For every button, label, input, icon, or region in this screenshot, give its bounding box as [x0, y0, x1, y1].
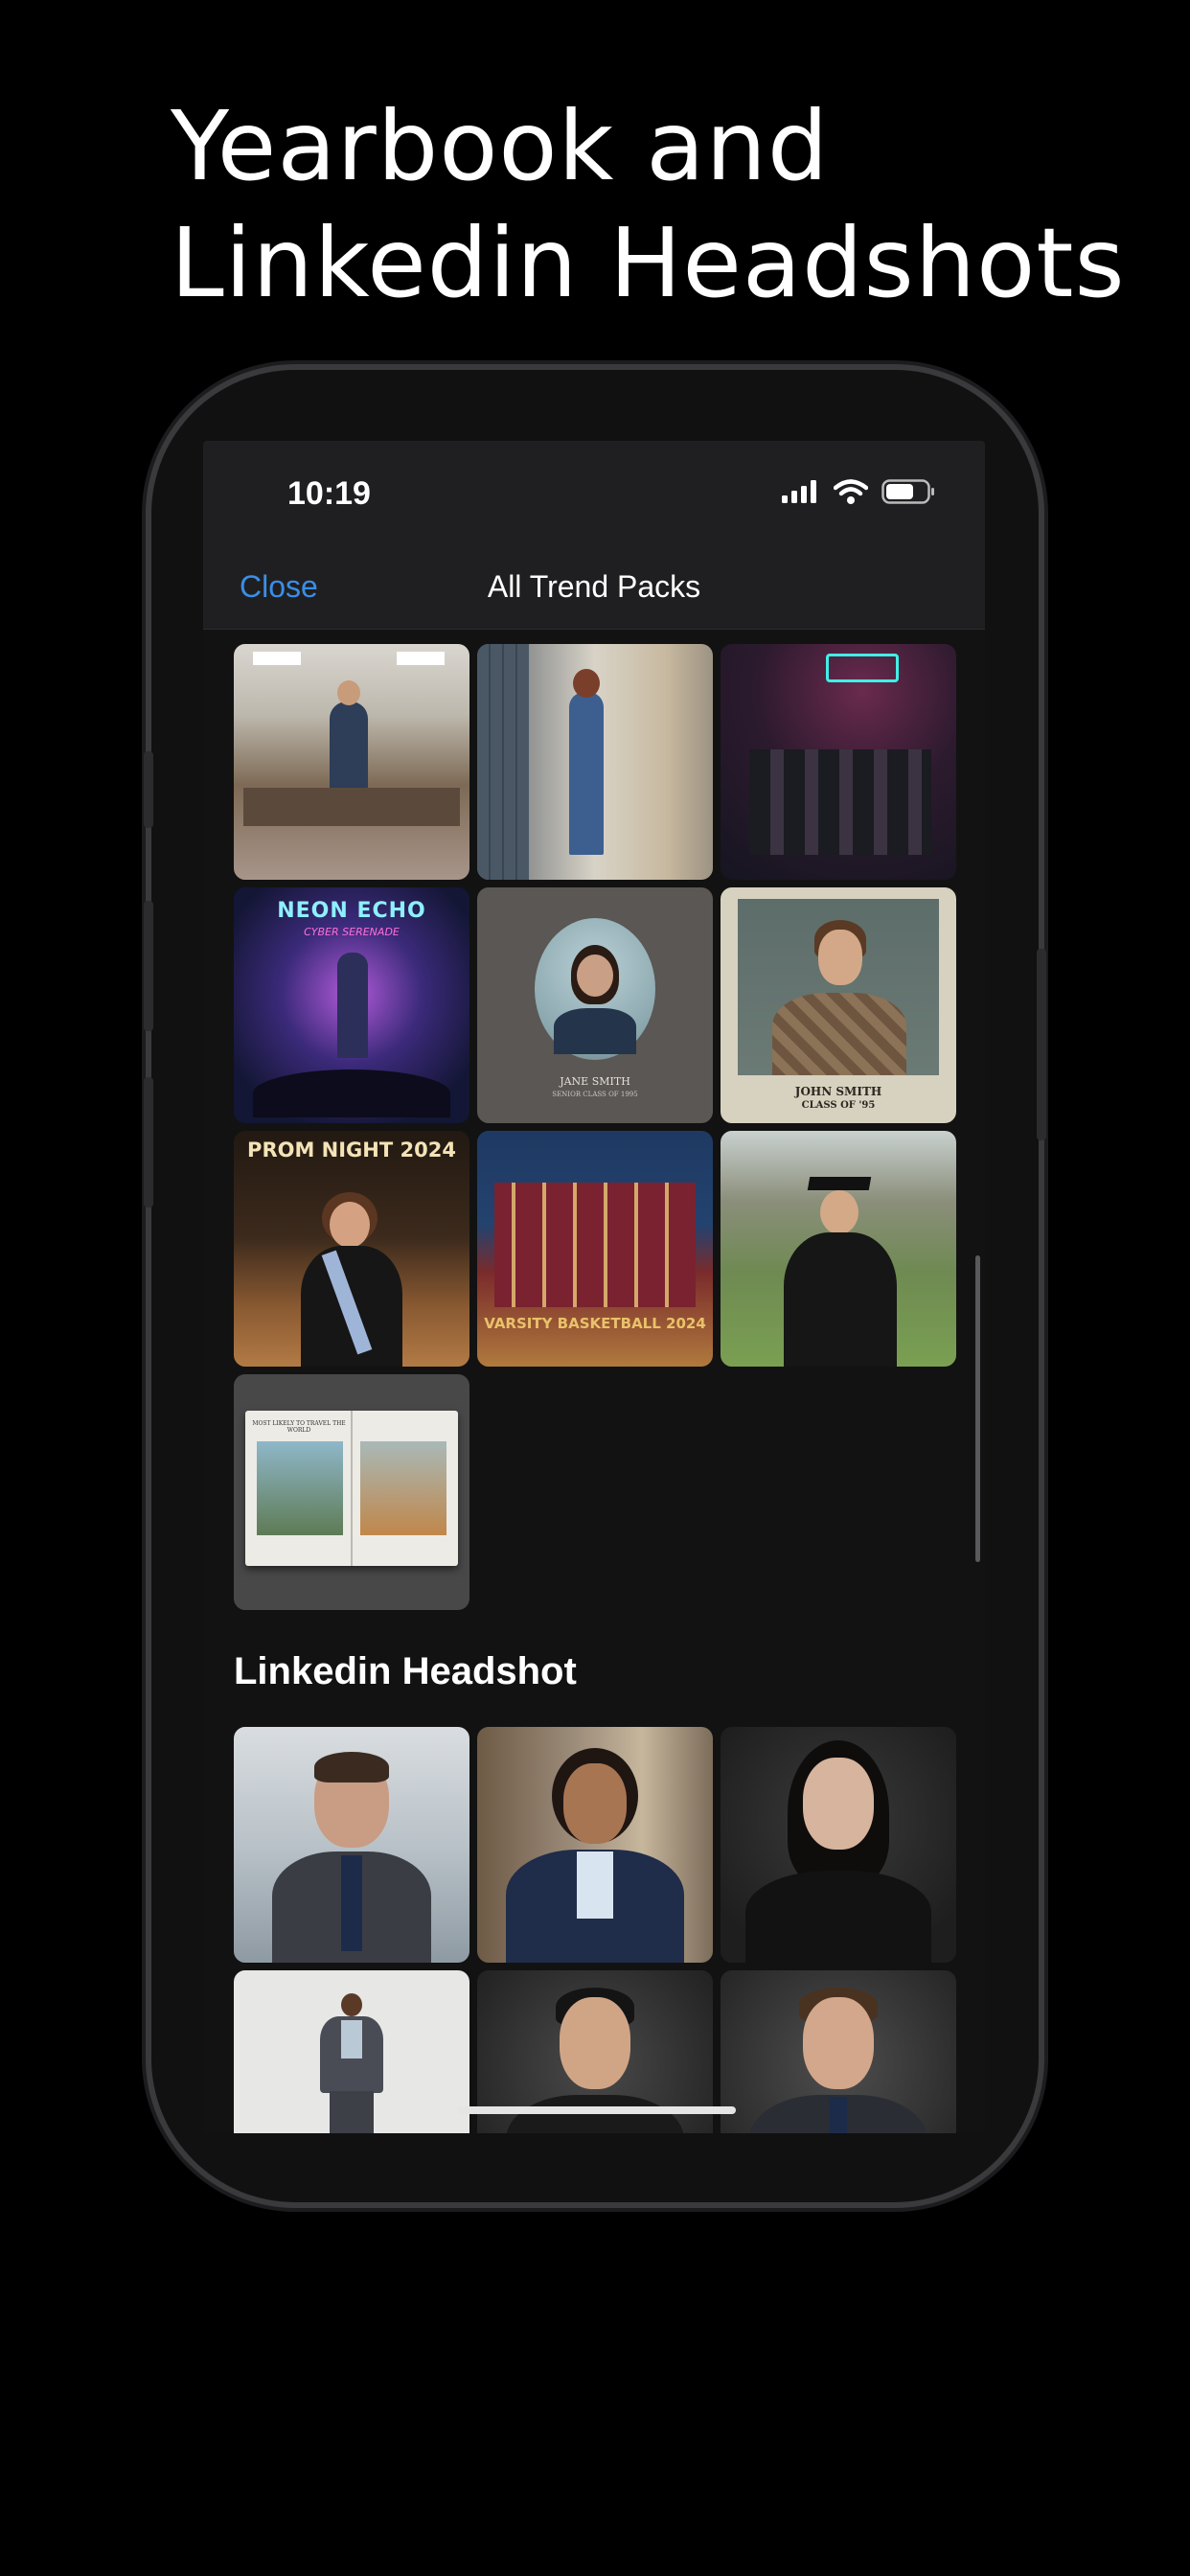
- wifi-icon: [834, 479, 868, 504]
- phone-volume-down: [144, 1077, 153, 1208]
- phone-power-button: [1037, 949, 1046, 1140]
- linkedin-section-title: Linkedin Headshot: [234, 1650, 577, 1692]
- prom-night-title: PROM NIGHT 2024: [247, 1138, 456, 1162]
- pack-tile-office-man-headshot[interactable]: [234, 1727, 469, 1963]
- pack-tile-graduation[interactable]: [721, 1131, 956, 1367]
- jane-smith-subcaption: SENIOR CLASS OF 1995: [552, 1091, 638, 1098]
- pack-tile-classroom-party[interactable]: [234, 644, 469, 880]
- jane-smith-caption: JANE SMITH: [560, 1075, 630, 1088]
- john-smith-caption: JOHN SMITH: [794, 1085, 882, 1098]
- pack-tile-school-hallway[interactable]: [477, 644, 713, 880]
- headline-line-1: Yearbook and: [171, 90, 830, 202]
- home-indicator[interactable]: [458, 2106, 736, 2114]
- pack-tile-street-woman-headshot[interactable]: [477, 1727, 713, 1963]
- app-screen: 10:19 Close All Trend Packs NEON ECHO CY…: [203, 441, 985, 2133]
- status-time: 10:19: [287, 475, 371, 512]
- battery-icon: [881, 479, 934, 504]
- scroll-indicator[interactable]: [975, 1255, 980, 1562]
- status-bar: 10:19: [203, 441, 985, 546]
- pack-tile-vintage-portrait-man[interactable]: JOHN SMITH CLASS OF '95: [721, 887, 956, 1123]
- pack-tile-neon-arcade-party[interactable]: [721, 644, 956, 880]
- pack-tile-yearbook-book[interactable]: MOST LIKELY TO TRAVEL THE WORLD: [234, 1374, 469, 1610]
- john-smith-subcaption: CLASS OF '95: [801, 1100, 876, 1111]
- phone-side-button: [144, 751, 153, 828]
- navigation-bar: Close All Trend Packs: [203, 546, 985, 630]
- pack-tile-varsity-basketball[interactable]: VARSITY BASKETBALL 2024: [477, 1131, 713, 1367]
- nav-title: All Trend Packs: [487, 569, 701, 604]
- pack-tile-standing-woman-fullbody[interactable]: [234, 1970, 469, 2133]
- pack-tile-studio-woman-headshot[interactable]: [721, 1727, 956, 1963]
- pack-tile-prom-night[interactable]: PROM NIGHT 2024: [234, 1131, 469, 1367]
- signal-icon: [782, 480, 816, 503]
- marketing-headline: Yearbook and Linkedin Headshots: [171, 88, 1129, 322]
- pack-tile-vintage-portrait-woman[interactable]: JANE SMITH SENIOR CLASS OF 1995: [477, 887, 713, 1123]
- neon-echo-subtitle: CYBER SERENADE: [304, 926, 400, 938]
- phone-volume-up: [144, 901, 153, 1031]
- status-icons: [782, 479, 935, 504]
- pack-tile-suit-man-headshot[interactable]: [721, 1970, 956, 2133]
- headline-line-2: Linkedin Headshots: [171, 207, 1126, 319]
- varsity-caption: VARSITY BASKETBALL 2024: [484, 1315, 706, 1332]
- yearbook-book-caption: MOST LIKELY TO TRAVEL THE WORLD: [252, 1420, 346, 1434]
- pack-tile-neon-echo-poster[interactable]: NEON ECHO CYBER SERENADE: [234, 887, 469, 1123]
- neon-echo-title: NEON ECHO: [277, 899, 426, 923]
